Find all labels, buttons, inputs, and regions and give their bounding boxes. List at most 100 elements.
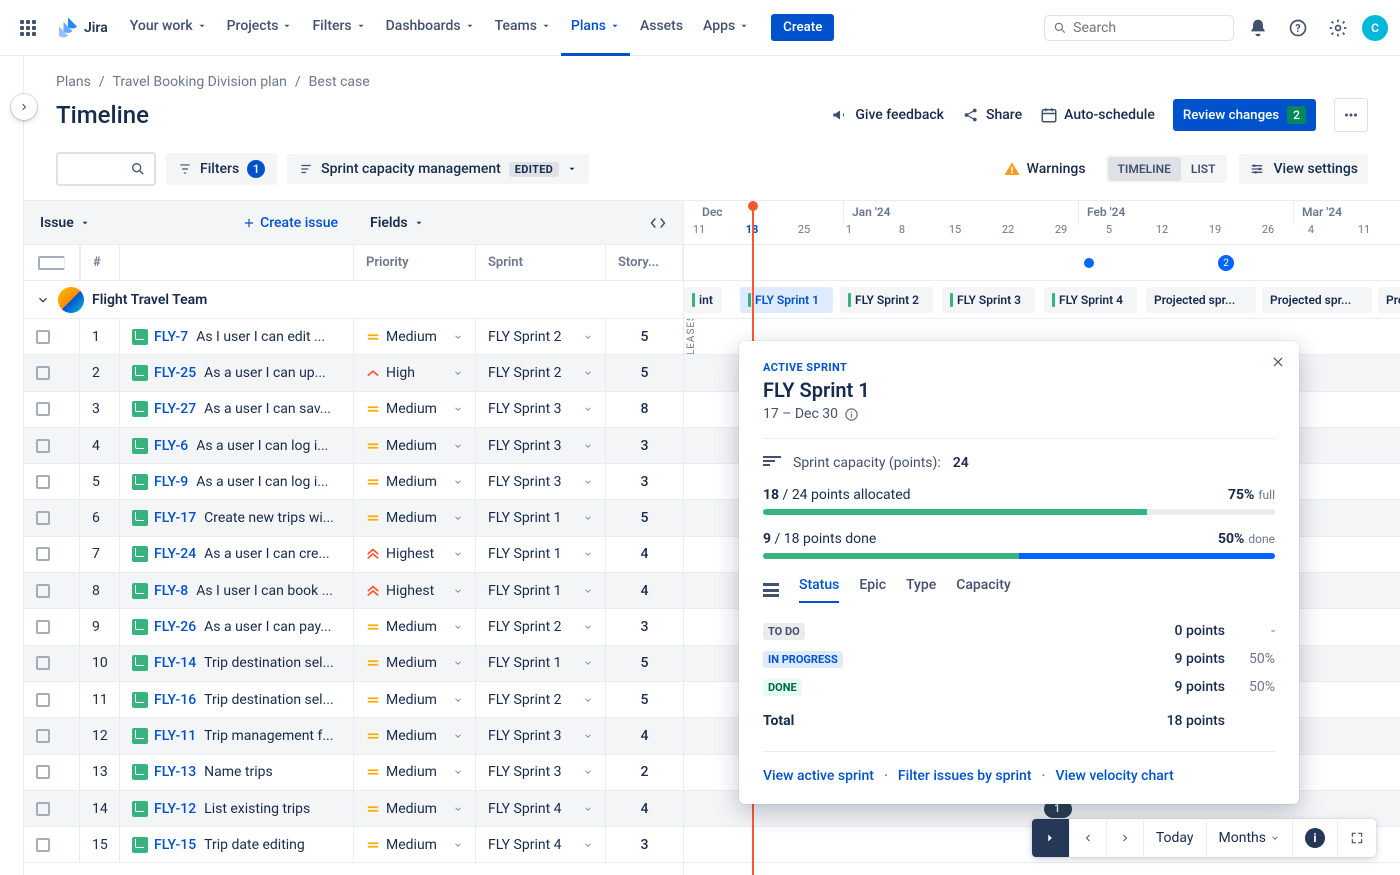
release-marker[interactable] (1084, 258, 1094, 268)
scroll-to-start-button[interactable] (1032, 819, 1070, 857)
global-search[interactable] (1044, 15, 1234, 41)
plan-search[interactable] (56, 152, 156, 186)
release-marker-badge[interactable]: 2 (1218, 255, 1234, 271)
issue-column-menu[interactable]: Issue (40, 215, 90, 231)
tab-status[interactable]: Status (799, 577, 839, 603)
issue-row[interactable]: 14FLY-12List existing tripsMediumFLY Spr… (24, 791, 683, 827)
sprint-cell[interactable]: FLY Sprint 3 (476, 392, 606, 427)
sprint-cell[interactable]: FLY Sprint 1 (476, 537, 606, 572)
today-button[interactable]: Today (1144, 819, 1207, 857)
story-points-cell[interactable]: 3 (606, 609, 683, 644)
chevron-down-icon[interactable] (583, 586, 593, 596)
story-points-cell[interactable]: 4 (606, 537, 683, 572)
issue-row[interactable]: 5FLY-9As a user I can log i...MediumFLY … (24, 464, 683, 500)
sprint-chip[interactable]: FLY Sprint 2 (840, 287, 933, 313)
sprint-chip[interactable]: FLY Sprint 4 (1044, 287, 1137, 313)
priority-cell[interactable]: Medium (354, 791, 476, 826)
story-points-cell[interactable]: 2 (606, 755, 683, 790)
issue-summary-cell[interactable]: FLY-8As I user I can book ... (120, 573, 354, 608)
avatar[interactable]: C (1362, 15, 1388, 41)
issue-summary-cell[interactable]: FLY-7As I user I can edit ... (120, 319, 354, 354)
issue-summary-cell[interactable]: FLY-11Trip management f... (120, 718, 354, 753)
row-checkbox[interactable] (36, 584, 50, 598)
fullscreen-button[interactable] (1338, 819, 1376, 857)
issue-row[interactable]: 9FLY-26As a user I can pay...MediumFLY S… (24, 609, 683, 645)
chevron-down-icon[interactable] (583, 404, 593, 414)
issue-summary-cell[interactable]: FLY-6As a user I can log i... (120, 428, 354, 463)
settings-icon[interactable] (1322, 12, 1354, 44)
filters-button[interactable]: Filters 1 (166, 153, 277, 185)
sprint-cell[interactable]: FLY Sprint 4 (476, 791, 606, 826)
issue-key[interactable]: FLY-11 (154, 728, 196, 744)
issue-key[interactable]: FLY-25 (154, 365, 196, 381)
issue-row[interactable]: 15FLY-15Trip date editingMediumFLY Sprin… (24, 827, 683, 863)
popover-link[interactable]: Filter issues by sprint (898, 768, 1032, 784)
issue-row[interactable]: 6FLY-17Create new trips wi...MediumFLY S… (24, 500, 683, 536)
notifications-icon[interactable] (1242, 12, 1274, 44)
issue-key[interactable]: FLY-13 (154, 764, 196, 780)
sprint-cell[interactable]: FLY Sprint 3 (476, 428, 606, 463)
chevron-down-icon[interactable] (453, 658, 463, 668)
chevron-down-icon[interactable] (453, 441, 463, 451)
chevron-down-icon[interactable] (583, 658, 593, 668)
search-input[interactable] (1073, 20, 1225, 36)
row-checkbox[interactable] (36, 547, 50, 561)
priority-cell[interactable]: Medium (354, 500, 476, 535)
row-checkbox[interactable] (36, 475, 50, 489)
row-checkbox[interactable] (36, 330, 50, 344)
nav-item-teams[interactable]: Teams (485, 0, 561, 56)
chevron-down-icon[interactable] (453, 513, 463, 523)
nav-item-plans[interactable]: Plans (561, 0, 630, 56)
row-checkbox[interactable] (36, 693, 50, 707)
issue-summary-cell[interactable]: FLY-26As a user I can pay... (120, 609, 354, 644)
chevron-down-icon[interactable] (583, 513, 593, 523)
priority-cell[interactable]: Medium (354, 609, 476, 644)
sprint-chip[interactable]: FLY Sprint 3 (942, 287, 1035, 313)
row-checkbox[interactable] (36, 620, 50, 634)
priority-cell[interactable]: Medium (354, 646, 476, 681)
chevron-down-icon[interactable] (583, 767, 593, 777)
select-all-checkbox[interactable] (38, 256, 65, 270)
story-points-cell[interactable]: 5 (606, 500, 683, 535)
story-points-cell[interactable]: 5 (606, 319, 683, 354)
nav-item-dashboards[interactable]: Dashboards (376, 0, 485, 56)
sprint-chip[interactable]: Projected spr... (1146, 287, 1256, 313)
create-issue-link[interactable]: Create issue (242, 215, 338, 231)
issue-row[interactable]: 10FLY-14Trip destination sel...MediumFLY… (24, 646, 683, 682)
view-settings-button[interactable]: View settings (1239, 154, 1368, 184)
chevron-down-icon[interactable] (453, 767, 463, 777)
issue-key[interactable]: FLY-9 (154, 474, 188, 490)
row-checkbox[interactable] (36, 838, 50, 852)
issue-summary-cell[interactable]: FLY-17Create new trips wi... (120, 500, 354, 535)
story-points-cell[interactable]: 4 (606, 573, 683, 608)
chevron-down-icon[interactable] (583, 477, 593, 487)
chevron-down-icon[interactable] (453, 549, 463, 559)
issue-row[interactable]: 8FLY-8As I user I can book ...HighestFLY… (24, 573, 683, 609)
nav-item-assets[interactable]: Assets (630, 0, 693, 56)
chevron-down-icon[interactable] (583, 731, 593, 741)
sprint-cell[interactable]: FLY Sprint 3 (476, 755, 606, 790)
issue-row[interactable]: 1FLY-7As I user I can edit ...MediumFLY … (24, 319, 683, 355)
info-icon[interactable] (844, 407, 859, 422)
sprint-cell[interactable]: FLY Sprint 1 (476, 646, 606, 681)
row-checkbox[interactable] (36, 802, 50, 816)
chevron-down-icon[interactable] (583, 368, 593, 378)
issue-key[interactable]: FLY-24 (154, 546, 196, 562)
breadcrumb-item[interactable]: Travel Booking Division plan (113, 74, 287, 90)
team-group-header[interactable]: Flight Travel Team (24, 281, 683, 319)
breadcrumb-item[interactable]: Best case (309, 74, 370, 90)
sprint-cell[interactable]: FLY Sprint 2 (476, 609, 606, 644)
issue-summary-cell[interactable]: FLY-25As a user I can up... (120, 355, 354, 390)
popover-link[interactable]: View velocity chart (1055, 768, 1173, 784)
issue-summary-cell[interactable]: FLY-9As a user I can log i... (120, 464, 354, 499)
chevron-down-icon[interactable] (453, 695, 463, 705)
sidebar-expand-button[interactable] (11, 94, 37, 120)
sprint-cell[interactable]: FLY Sprint 3 (476, 718, 606, 753)
sprint-cell[interactable]: FLY Sprint 2 (476, 355, 606, 390)
share-button[interactable]: Share (962, 106, 1022, 124)
sprint-capacity-button[interactable]: Sprint capacity management EDITED (287, 154, 589, 184)
priority-cell[interactable]: High (354, 355, 476, 390)
chevron-down-icon[interactable] (453, 404, 463, 414)
issue-row[interactable]: 12FLY-11Trip management f...MediumFLY Sp… (24, 718, 683, 754)
chevron-down-icon[interactable] (583, 840, 593, 850)
